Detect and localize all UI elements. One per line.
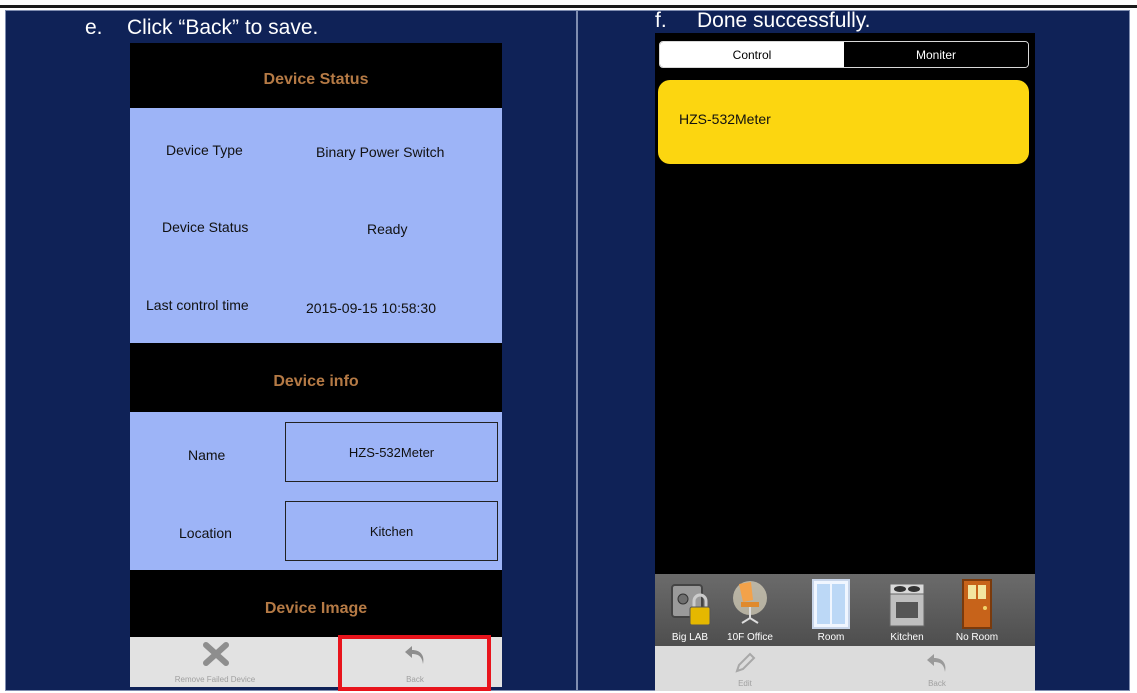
step-e-letter: e. — [85, 16, 103, 39]
device-status-header: Device Status — [263, 71, 369, 88]
back-label-right: Back — [928, 679, 946, 688]
room-kitchen-label: Kitchen — [890, 632, 924, 643]
device-status-value: Ready — [367, 221, 408, 237]
device-type-label: Device Type — [166, 142, 243, 158]
device-card-name: HZS-532Meter — [679, 111, 771, 127]
name-field[interactable]: HZS-532Meter — [285, 422, 498, 482]
control-moniter-tabs: Control Moniter — [659, 41, 1029, 68]
step-f-caption: f. Done successfully. — [655, 9, 871, 33]
back-button-right[interactable]: Back — [887, 646, 987, 691]
back-arrow-icon — [927, 654, 946, 672]
location-label: Location — [179, 525, 232, 541]
edit-button[interactable]: Edit — [695, 646, 795, 691]
room-big-lab[interactable]: Big LAB — [661, 574, 719, 646]
room-10f-office-label: 10F Office — [727, 632, 773, 643]
top-rule — [0, 5, 1137, 8]
room-no-room-label: No Room — [955, 632, 999, 643]
room-selector-bar: Big LAB 10F Office Room Kitchen No Room — [655, 574, 1035, 646]
device-status-label: Device Status — [162, 219, 249, 235]
device-status-section: Device Type Binary Power Switch Device S… — [130, 108, 502, 343]
back-button-highlight — [338, 635, 491, 691]
room-room[interactable]: Room — [801, 574, 861, 646]
location-field[interactable]: Kitchen — [285, 501, 498, 561]
room-big-lab-label: Big LAB — [671, 632, 709, 643]
last-control-time-label: Last control time — [146, 297, 249, 313]
step-e-caption: e. Click “Back” to save. — [85, 16, 318, 40]
room-room-label: Room — [817, 632, 845, 643]
device-info-header: Device info — [273, 373, 359, 390]
remove-failed-device-label: Remove Failed Device — [174, 675, 256, 684]
remove-failed-device-button[interactable]: Remove Failed Device — [130, 637, 300, 687]
tab-moniter[interactable]: Moniter — [844, 42, 1028, 67]
stove-icon — [889, 583, 925, 627]
pencil-icon — [735, 652, 756, 673]
edit-label: Edit — [738, 679, 752, 688]
room-no-room[interactable]: No Room — [945, 574, 1009, 646]
tab-control[interactable]: Control — [660, 42, 844, 67]
device-type-value: Binary Power Switch — [316, 144, 445, 160]
device-image-header: Device Image — [264, 600, 368, 617]
step-e-text: Click “Back” to save. — [127, 16, 319, 39]
safe-lock-icon — [671, 584, 711, 626]
device-info-section: Name HZS-532Meter Location Kitchen — [130, 412, 502, 570]
step-f-text: Done successfully. — [697, 9, 871, 32]
step-f-letter: f. — [655, 9, 667, 32]
remove-x-icon — [203, 642, 229, 666]
door-icon — [962, 579, 992, 629]
control-screen: Control Moniter HZS-532Meter Big LAB 10F — [655, 33, 1035, 691]
control-toolbar: Edit Back — [655, 646, 1035, 691]
name-label: Name — [188, 447, 226, 463]
room-10f-office[interactable]: 10F Office — [719, 574, 781, 646]
device-detail-screen: Device Status Device Type Binary Power S… — [130, 43, 502, 687]
last-control-time-value: 2015-09-15 10:58:30 — [306, 300, 436, 316]
office-chair-icon — [733, 581, 767, 624]
device-card[interactable]: HZS-532Meter — [658, 80, 1029, 164]
room-kitchen[interactable]: Kitchen — [879, 574, 935, 646]
window-icon — [812, 579, 850, 629]
